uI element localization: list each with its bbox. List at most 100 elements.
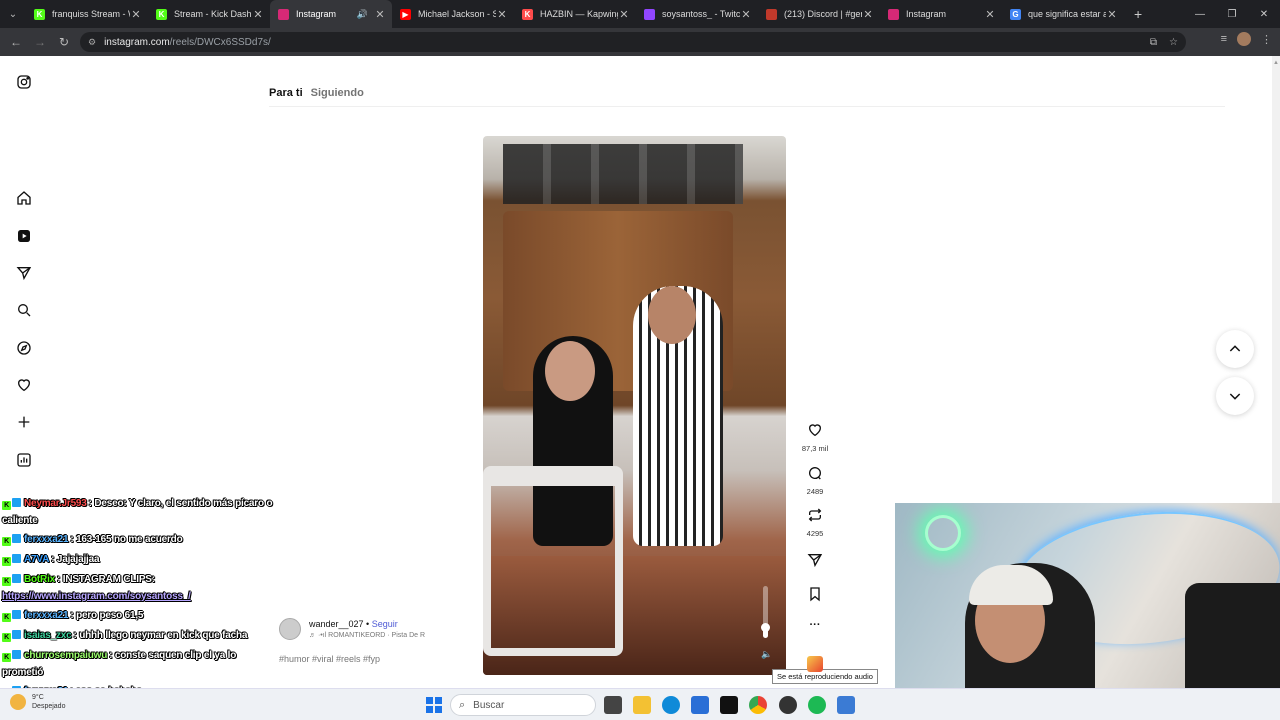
- new-tab-button[interactable]: +: [1124, 6, 1152, 22]
- audio-cover-thumbnail[interactable]: [807, 656, 823, 672]
- chat-username: churrosempaiuwu: [24, 650, 108, 661]
- stream-chat-overlay: K Neymar.Jr593: Deseo: Y claro, el sentid…: [0, 484, 300, 698]
- restore-icon[interactable]: ❐: [1216, 9, 1248, 20]
- author-username[interactable]: wander__027: [309, 619, 364, 629]
- chat-message: K BotRix: INSTAGRAM CLIPS:: [2, 574, 155, 586]
- follow-button[interactable]: Seguir: [372, 619, 398, 629]
- notifications-heart-icon[interactable]: [14, 375, 34, 395]
- photos-app-icon[interactable]: [837, 696, 855, 714]
- tab-search-chevron-icon[interactable]: ⌄: [0, 0, 26, 28]
- taskbar-search-placeholder: Buscar: [473, 699, 505, 711]
- close-window-icon[interactable]: ✕: [1248, 9, 1280, 20]
- browser-tab[interactable]: Kfranquiss Stream - W ✕: [26, 0, 148, 28]
- share-action[interactable]: [799, 552, 831, 573]
- search-icon[interactable]: [14, 300, 34, 320]
- volume-slider[interactable]: [761, 586, 770, 638]
- like-action[interactable]: 87,3 mil: [799, 422, 831, 453]
- reel-audio-label[interactable]: ♬ ·•ıl ROMANTIKEORD · Pista De R: [309, 632, 425, 639]
- browser-tab[interactable]: Gque significa estar ar ✕: [1002, 0, 1124, 28]
- chat-text-continued: prometió: [2, 667, 44, 678]
- tab-for-you[interactable]: Para ti: [269, 87, 303, 99]
- store-icon[interactable]: [691, 696, 709, 714]
- repost-icon: [808, 508, 822, 522]
- chat-text: : conste saquen clip el ya lo: [109, 650, 237, 661]
- kick-badge-icon: K: [2, 633, 11, 642]
- browser-tab[interactable]: (213) Discord | #gene ✕: [758, 0, 880, 28]
- tab-title: Michael Jackson - Sm: [418, 9, 496, 19]
- browser-tab[interactable]: Instagram 🔊 ✕: [270, 0, 392, 28]
- tab-close-icon[interactable]: ✕: [740, 8, 752, 21]
- forward-button[interactable]: →: [28, 28, 52, 56]
- browser-tab[interactable]: K HAZBIN — Kapwing ✕: [514, 0, 636, 28]
- obs-icon[interactable]: [779, 696, 797, 714]
- chat-text: : Jajajajjaa: [51, 554, 100, 565]
- home-icon[interactable]: [14, 188, 34, 208]
- tab-favicon-icon: [888, 8, 899, 20]
- weather-temp: 9°C: [32, 694, 44, 701]
- task-view-icon[interactable]: [604, 696, 622, 714]
- tab-close-icon[interactable]: ✕: [252, 8, 264, 21]
- tab-close-icon[interactable]: ✕: [618, 8, 630, 21]
- weather-text: 9°C Despejado: [32, 693, 65, 711]
- volume-slider-knob[interactable]: [761, 622, 770, 632]
- repost-action[interactable]: 4295: [799, 507, 831, 538]
- previous-reel-button[interactable]: [1216, 330, 1254, 368]
- install-app-icon[interactable]: ⧉: [1150, 37, 1157, 48]
- tab-favicon-icon: G: [1010, 8, 1021, 20]
- back-button[interactable]: ←: [4, 28, 28, 56]
- reload-button[interactable]: ↻: [52, 28, 76, 56]
- share-paper-plane-icon: [807, 554, 823, 568]
- tab-close-icon[interactable]: ✕: [862, 8, 874, 21]
- save-action[interactable]: [799, 586, 831, 607]
- kick-badge-icon: K: [2, 501, 11, 510]
- next-reel-button[interactable]: [1216, 377, 1254, 415]
- reel-video[interactable]: [483, 136, 786, 675]
- spotify-icon[interactable]: [808, 696, 826, 714]
- reels-icon[interactable]: [14, 226, 34, 246]
- scroll-up-arrow-icon[interactable]: ▲: [1273, 60, 1279, 66]
- tab-close-icon[interactable]: ✕: [1106, 8, 1118, 21]
- tab-close-icon[interactable]: ✕: [984, 8, 996, 21]
- instagram-logo-icon[interactable]: [14, 72, 34, 92]
- media-controls-icon[interactable]: ≡: [1221, 33, 1227, 45]
- site-info-icon[interactable]: ⚙: [88, 37, 96, 48]
- feed-divider: [269, 106, 1225, 107]
- taskbar-search[interactable]: ⌕ Buscar: [450, 694, 596, 716]
- browser-tab[interactable]: soysantoss_ - Twitch ✕: [636, 0, 758, 28]
- yandex-app-icon[interactable]: [720, 696, 738, 714]
- minimize-icon[interactable]: —: [1184, 9, 1216, 20]
- address-bar[interactable]: ⚙ instagram.com/reels/DWCx6SSDd7s/ ⧉ ☆: [80, 32, 1186, 52]
- tab-title: Instagram: [906, 9, 947, 19]
- comment-icon: [809, 467, 822, 480]
- kick-badge-icon: K: [2, 613, 11, 622]
- tab-close-icon[interactable]: ✕: [374, 8, 386, 21]
- menu-kebab-icon[interactable]: ⋮: [1261, 33, 1272, 46]
- browser-tab[interactable]: ▶ Michael Jackson - Sm✕: [392, 0, 514, 28]
- windows-start-icon[interactable]: [426, 697, 442, 713]
- more-options-button[interactable]: ···: [799, 619, 831, 631]
- profile-avatar[interactable]: [1237, 32, 1251, 46]
- chat-message: prometió: [2, 667, 43, 678]
- create-plus-icon[interactable]: [14, 412, 34, 432]
- bookmark-star-icon[interactable]: ☆: [1169, 37, 1178, 48]
- tab-favicon-icon: [766, 8, 777, 20]
- tab-close-icon[interactable]: ✕: [496, 8, 508, 21]
- edge-browser-icon[interactable]: [662, 696, 680, 714]
- tab-close-icon[interactable]: ✕: [130, 8, 142, 21]
- browser-tab[interactable]: K Stream - Kick Dashbo✕: [148, 0, 270, 28]
- tab-following[interactable]: Siguiendo: [311, 87, 364, 99]
- direct-messages-icon[interactable]: [14, 263, 34, 283]
- comment-count: 2489: [806, 487, 824, 496]
- file-explorer-icon[interactable]: [633, 696, 651, 714]
- weather-widget[interactable]: 9°C Despejado: [10, 693, 65, 711]
- explore-compass-icon[interactable]: [14, 338, 34, 358]
- browser-tab[interactable]: Instagram ✕: [880, 0, 1002, 28]
- audio-speaker-icon[interactable]: 🔈: [761, 649, 772, 660]
- chrome-browser-icon[interactable]: [749, 696, 767, 714]
- like-count: 87,3 mil: [801, 444, 829, 453]
- tab-audio-icon[interactable]: 🔊: [357, 9, 368, 20]
- dashboard-icon[interactable]: [14, 450, 34, 470]
- kick-badge-icon: K: [2, 653, 11, 662]
- comment-action[interactable]: 2489: [799, 465, 831, 496]
- chevron-up-icon: [1229, 345, 1241, 352]
